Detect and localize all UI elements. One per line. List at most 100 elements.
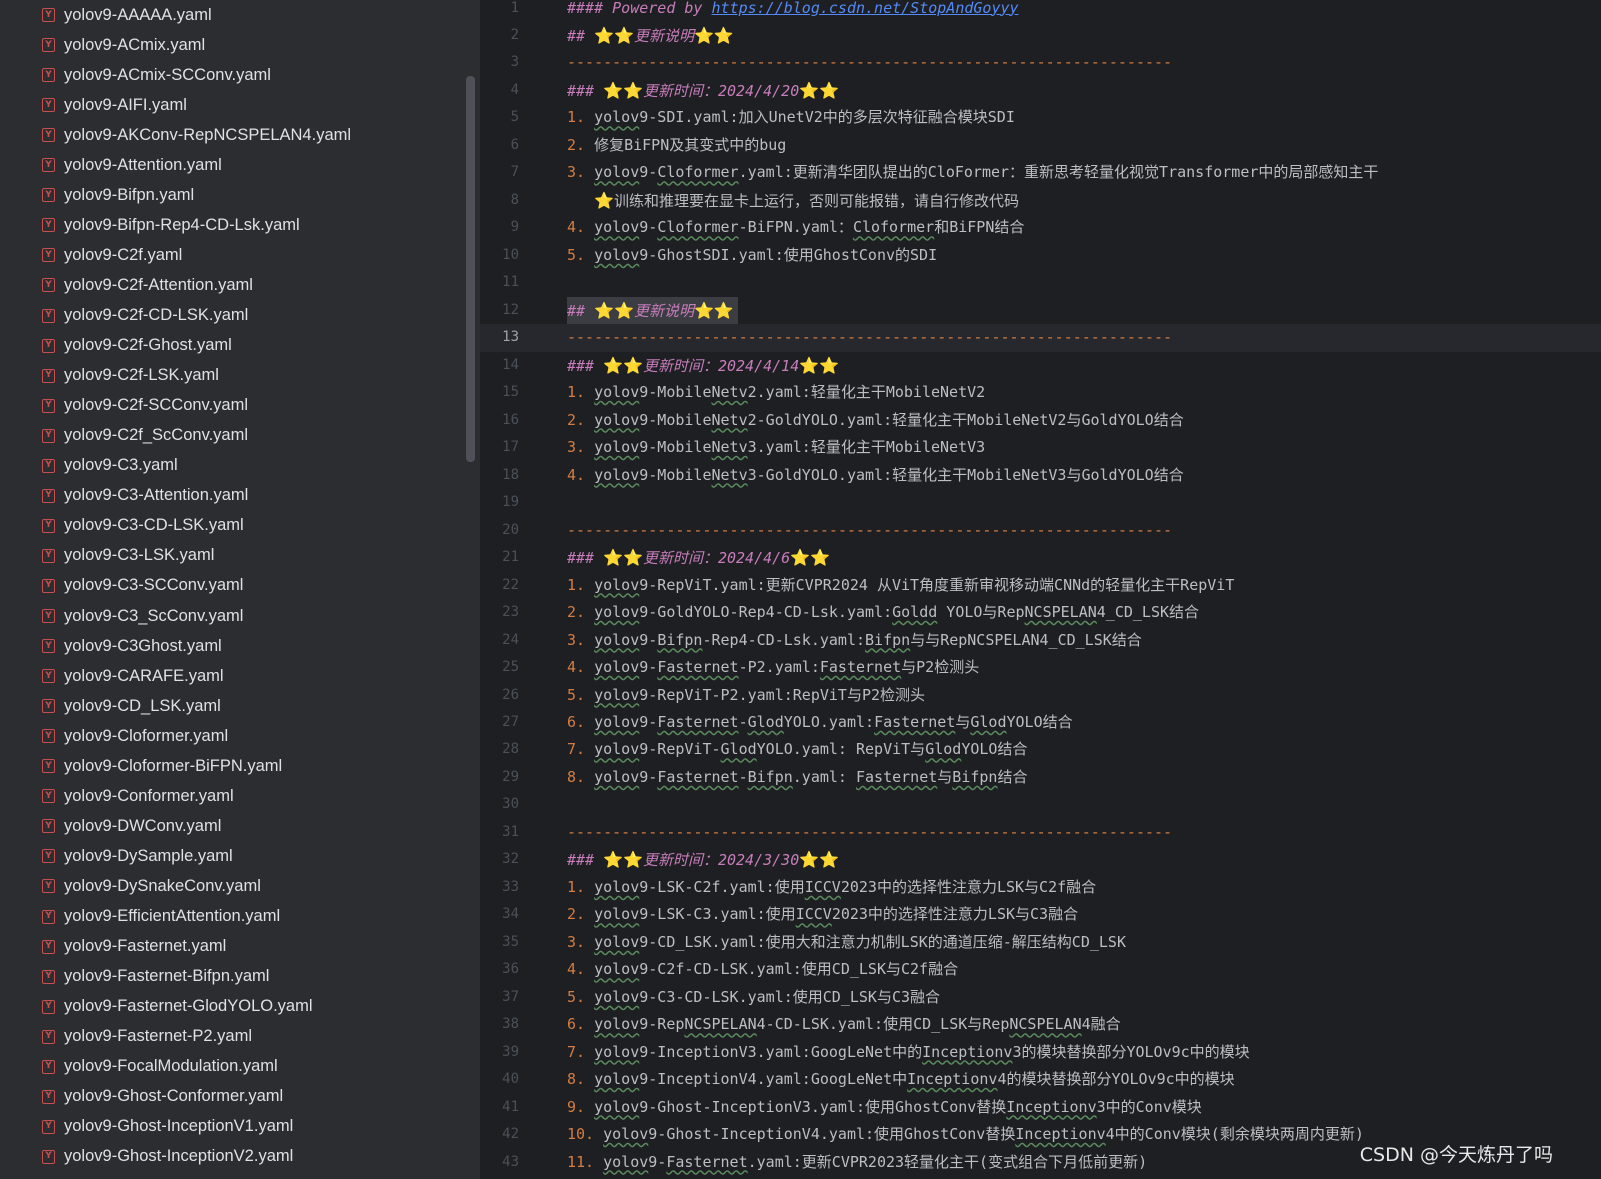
file-item[interactable]: Yyolov9-C2f_ScConv.yaml — [0, 421, 470, 451]
file-item[interactable]: Yyolov9-DWConv.yaml — [0, 811, 470, 841]
code-line[interactable]: 3 ---------------------------------------… — [480, 49, 1601, 77]
code-line[interactable]: 34 2. yolov9-LSK-C3.yaml:使用ICCV2023中的选择性注… — [480, 901, 1601, 929]
file-item[interactable]: Yyolov9-CARAFE.yaml — [0, 661, 470, 691]
file-item[interactable]: Yyolov9-Attention.yaml — [0, 150, 470, 180]
code-editor[interactable]: 1 #### Powered by https://blog.csdn.net/S… — [480, 0, 1601, 1179]
file-item[interactable]: Yyolov9-EfficientAttention.yaml — [0, 902, 470, 932]
code-line[interactable]: 39 7. yolov9-InceptionV3.yaml:GoogLeNet中的… — [480, 1039, 1601, 1067]
code-line[interactable]: 2 ## ⭐⭐更新说明⭐⭐ — [480, 22, 1601, 50]
file-item[interactable]: Yyolov9-C3.yaml — [0, 451, 470, 481]
code-line[interactable]: 13 --------------------------------------… — [480, 324, 1601, 352]
code-line[interactable]: 11 — [480, 269, 1601, 297]
code-line[interactable]: 33 1. yolov9-LSK-C2f.yaml:使用ICCV2023中的选择性… — [480, 874, 1601, 902]
code-line[interactable]: 25 4. yolov9-Fasternet-P2.yaml:Fasternet与… — [480, 654, 1601, 682]
code-line[interactable]: 9 4. yolov9-Cloformer-BiFPN.yaml：Cloforme… — [480, 214, 1601, 242]
code-line[interactable]: 1 #### Powered by https://blog.csdn.net/S… — [480, 0, 1601, 22]
code-line[interactable]: 38 6. yolov9-RepNCSPELAN4-CD-LSK.yaml:使用C… — [480, 1011, 1601, 1039]
yaml-file-icon: Y — [42, 939, 55, 954]
code-line[interactable]: 22 1. yolov9-RepViT.yaml:更新CVPR2024 从ViT角… — [480, 572, 1601, 600]
link-text[interactable]: https://blog.csdn.net/StopAndGoyyy — [712, 0, 1019, 17]
code-line[interactable]: 23 2. yolov9-GoldYOLO-Rep4-CD-Lsk.yaml:Go… — [480, 599, 1601, 627]
file-item[interactable]: Yyolov9-Conformer.yaml — [0, 781, 470, 811]
file-item[interactable]: Yyolov9-Fasternet-Bifpn.yaml — [0, 962, 470, 992]
line-number: 15 — [502, 384, 519, 401]
code-text: 7. yolov9-RepViT-GlodYOLO.yaml: RepViT与G… — [567, 736, 1027, 764]
code-line[interactable]: 4 ### ⭐⭐更新时间：2024/4/20⭐⭐ — [480, 77, 1601, 105]
file-item[interactable]: Yyolov9-Fasternet-GlodYOLO.yaml — [0, 992, 470, 1022]
file-item[interactable]: Yyolov9-C2f-Attention.yaml — [0, 270, 470, 300]
code-line[interactable]: 29 8. yolov9-Fasternet-Bifpn.yaml: Faster… — [480, 764, 1601, 792]
code-line[interactable]: 15 1. yolov9-MobileNetv2.yaml:轻量化主干Mobile… — [480, 379, 1601, 407]
file-item[interactable]: Yyolov9-AIFI.yaml — [0, 90, 470, 120]
code-line[interactable]: 14 ### ⭐⭐更新时间：2024/4/14⭐⭐ — [480, 352, 1601, 380]
file-tree-scrollbar[interactable] — [466, 76, 475, 462]
code-line[interactable]: 12 ## ⭐⭐更新说明⭐⭐ — [480, 296, 1601, 326]
file-item[interactable]: Yyolov9-C3Ghost.yaml — [0, 631, 470, 661]
file-item[interactable]: Yyolov9-C2f-Ghost.yaml — [0, 331, 470, 361]
code-line[interactable]: 36 4. yolov9-C2f-CD-LSK.yaml:使用CD_LSK与C2f… — [480, 956, 1601, 984]
file-item[interactable]: Yyolov9-C2f-LSK.yaml — [0, 361, 470, 391]
code-token: 6. — [567, 1015, 595, 1034]
code-line[interactable]: 40 8. yolov9-InceptionV4.yaml:GoogLeNet中I… — [480, 1066, 1601, 1094]
code-line[interactable]: 27 6. yolov9-Fasternet-GlodYOLO.yaml:Fast… — [480, 709, 1601, 737]
code-text: 4. yolov9-MobileNetv3-GoldYOLO.yaml:轻量化主… — [567, 462, 1184, 490]
code-line[interactable]: 8 ⭐训练和推理要在显卡上运行，否则可能报错，请自行修改代码 — [480, 187, 1601, 215]
code-line[interactable]: 28 7. yolov9-RepViT-GlodYOLO.yaml: RepViT… — [480, 736, 1601, 764]
code-token: yolov — [594, 108, 640, 127]
file-item[interactable]: Yyolov9-Ghost-Conformer.yaml — [0, 1082, 470, 1112]
code-text: #### Powered by https://blog.csdn.net/St… — [567, 0, 1019, 22]
file-item[interactable]: Yyolov9-Ghost-InceptionV1.yaml — [0, 1112, 470, 1142]
file-item[interactable]: Yyolov9-AKConv-RepNCSPELAN4.yaml — [0, 120, 470, 150]
code-line[interactable]: 16 2. yolov9-MobileNetv2-GoldYOLO.yaml:轻量… — [480, 407, 1601, 435]
code-line[interactable]: 19 — [480, 489, 1601, 517]
code-line[interactable]: 32 ### ⭐⭐更新时间：2024/3/30⭐⭐ — [480, 846, 1601, 874]
file-item[interactable]: Yyolov9-ACmix-SCConv.yaml — [0, 60, 470, 90]
file-item[interactable]: Yyolov9-AAAAA.yaml — [0, 0, 470, 30]
code-line[interactable]: 5 1. yolov9-SDI.yaml:加入UnetV2中的多层次特征融合模块S… — [480, 104, 1601, 132]
code-line[interactable]: 31 --------------------------------------… — [480, 819, 1601, 847]
file-item[interactable]: Yyolov9-Fasternet-P2.yaml — [0, 1022, 470, 1052]
star-emoji: ⭐⭐ — [603, 80, 643, 100]
code-token: 9-CD_LSK.yaml:使用大和注意力机制LSK的通道压缩-解压结构CD_L… — [639, 932, 1126, 951]
file-item[interactable]: Yyolov9-ACmix.yaml — [0, 30, 470, 60]
file-item[interactable]: Yyolov9-Cloformer.yaml — [0, 721, 470, 751]
line-number: 22 — [502, 576, 519, 593]
code-text: 5. yolov9-RepViT-P2.yaml:RepViT与P2检测头 — [567, 682, 925, 710]
code-text: 2. yolov9-LSK-C3.yaml:使用ICCV2023中的选择性注意力… — [567, 901, 1078, 929]
code-line[interactable]: 30 — [480, 791, 1601, 819]
code-line[interactable]: 26 5. yolov9-RepViT-P2.yaml:RepViT与P2检测头 — [480, 682, 1601, 710]
code-line[interactable]: 20 --------------------------------------… — [480, 517, 1601, 545]
code-line[interactable]: 41 9. yolov9-Ghost-InceptionV3.yaml:使用Gho… — [480, 1094, 1601, 1122]
code-line[interactable]: 24 3. yolov9-Bifpn-Rep4-CD-Lsk.yaml:Bifpn… — [480, 627, 1601, 655]
file-item[interactable]: Yyolov9-Cloformer-BiFPN.yaml — [0, 751, 470, 781]
code-line[interactable]: 18 4. yolov9-MobileNetv3-GoldYOLO.yaml:轻量… — [480, 462, 1601, 490]
file-item[interactable]: Yyolov9-C3_ScConv.yaml — [0, 601, 470, 631]
file-item[interactable]: Yyolov9-FocalModulation.yaml — [0, 1052, 470, 1082]
file-item[interactable]: Yyolov9-C3-SCConv.yaml — [0, 571, 470, 601]
code-line[interactable]: 17 3. yolov9-MobileNetv3.yaml:轻量化主干Mobile… — [480, 434, 1601, 462]
star-emoji: ⭐⭐ — [693, 25, 734, 45]
file-item[interactable]: Yyolov9-Fasternet.yaml — [0, 932, 470, 962]
code-line[interactable]: 35 3. yolov9-CD_LSK.yaml:使用大和注意力机制LSK的通道压… — [480, 929, 1601, 957]
file-item[interactable]: Yyolov9-C3-CD-LSK.yaml — [0, 511, 470, 541]
file-item[interactable]: Yyolov9-Bifpn.yaml — [0, 180, 470, 210]
file-item[interactable]: Yyolov9-C3-LSK.yaml — [0, 541, 470, 571]
file-item[interactable]: Yyolov9-DySnakeConv.yaml — [0, 871, 470, 901]
code-line[interactable]: 6 2. 修复BiFPN及其变式中的bug — [480, 132, 1601, 160]
file-item[interactable]: Yyolov9-C2f-CD-LSK.yaml — [0, 301, 470, 331]
code-line[interactable]: 21 ### ⭐⭐更新时间：2024/4/6⭐⭐ — [480, 544, 1601, 572]
code-line[interactable]: 10 5. yolov9-GhostSDI.yaml:使用GhostConv的SD… — [480, 242, 1601, 270]
file-item[interactable]: Yyolov9-C3-Attention.yaml — [0, 481, 470, 511]
code-token: .yaml:更新清华团队提出的CloFormer：重新思考轻量化视觉Transf… — [738, 163, 1379, 182]
code-token: 4融合 — [1081, 1015, 1121, 1034]
file-item[interactable]: Yyolov9-C2f-SCConv.yaml — [0, 391, 470, 421]
file-item[interactable]: Yyolov9-C2f.yaml — [0, 240, 470, 270]
code-line[interactable]: 37 5. yolov9-C3-CD-LSK.yaml:使用CD_LSK与C3融合 — [480, 984, 1601, 1012]
file-item[interactable]: Yyolov9-Bifpn-Rep4-CD-Lsk.yaml — [0, 210, 470, 240]
file-item[interactable]: Yyolov9-CD_LSK.yaml — [0, 691, 470, 721]
file-name: yolov9-FocalModulation.yaml — [64, 1057, 278, 1076]
code-token: yolov — [594, 905, 640, 924]
file-item[interactable]: Yyolov9-Ghost-InceptionV2.yaml — [0, 1142, 470, 1172]
code-line[interactable]: 7 3. yolov9-Cloformer.yaml:更新清华团队提出的CloFo… — [480, 159, 1601, 187]
file-item[interactable]: Yyolov9-DySample.yaml — [0, 841, 470, 871]
